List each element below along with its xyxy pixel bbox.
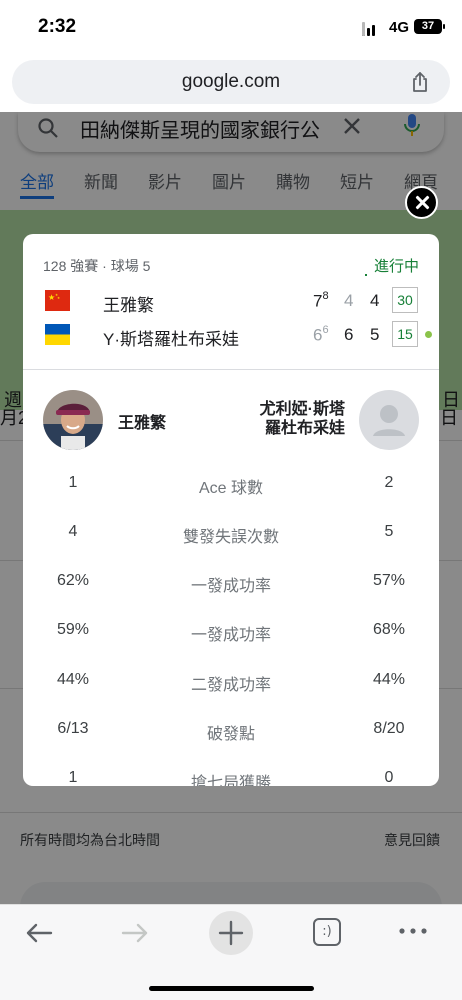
- ukraine-flag-icon: [45, 324, 70, 345]
- network-type: 4G: [389, 19, 410, 36]
- avatar-placeholder: [359, 390, 419, 450]
- stat-right-value: 0: [384, 769, 394, 786]
- person-icon: [373, 405, 405, 436]
- stat-label: 破發點: [206, 726, 255, 743]
- game-score: 30: [392, 287, 418, 313]
- live-status: 進行中: [373, 258, 419, 275]
- player-name: Y·斯塔羅杜布采娃: [103, 330, 239, 349]
- stat-left-value: 62%: [56, 572, 90, 589]
- stat-row: 62% 一發成功率 57%: [23, 572, 439, 596]
- stat-right-value: 5: [384, 523, 394, 540]
- forward-arrow-icon[interactable]: [120, 921, 150, 945]
- stat-left-value: 6/13: [57, 720, 89, 737]
- live-indicator: [365, 274, 367, 276]
- match-card: 128 強賽 · 球場 5 進行中 ★ ★ ★ 王雅繁 78 4 4 30 Y·…: [23, 234, 439, 786]
- status-time: 2:32: [38, 16, 77, 37]
- divider: [23, 369, 439, 370]
- browser-toolbar: :): [0, 904, 462, 1000]
- new-tab-button[interactable]: [209, 911, 253, 955]
- tab-switcher-icon[interactable]: :): [313, 918, 341, 946]
- stat-label: 雙發失誤次數: [182, 529, 279, 546]
- set-score: 4: [370, 291, 380, 310]
- stat-left-value: 1: [68, 474, 78, 491]
- plus-icon: [218, 920, 244, 946]
- player-row: ★ ★ ★ 王雅繁 78 4 4 30: [23, 287, 439, 317]
- stat-left-value: 1: [68, 769, 78, 786]
- stat-label: 二發成功率: [190, 677, 271, 694]
- home-indicator: [149, 986, 314, 991]
- player-name-left: 王雅繁: [118, 415, 167, 432]
- stat-left-value: 44%: [56, 671, 90, 688]
- stat-left-value: 59%: [56, 621, 90, 638]
- stat-label: 搶七局獲勝: [190, 775, 271, 786]
- stat-right-value: 68%: [372, 621, 406, 638]
- avatar: [43, 390, 103, 450]
- player-name-right: 尤利婭·斯塔 羅杜布采娃: [260, 400, 345, 438]
- stat-row: 59% 一發成功率 68%: [23, 621, 439, 645]
- player-name-line: 羅杜布采娃: [264, 420, 345, 437]
- stat-row: 1 搶七局獲勝 0: [23, 769, 439, 786]
- stat-right-value: 44%: [372, 671, 406, 688]
- more-menu-icon[interactable]: [398, 925, 428, 937]
- stat-right-value: 57%: [372, 572, 406, 589]
- player-name-line: 尤利婭·斯塔: [259, 401, 345, 418]
- scoreboard: 128 強賽 · 球場 5 進行中 ★ ★ ★ 王雅繁 78 4 4 30 Y·…: [23, 234, 439, 369]
- status-bar: 2:32 4G 37: [0, 0, 462, 56]
- address-bar[interactable]: google.com: [12, 60, 450, 104]
- tiebreak-score: 8: [322, 290, 329, 302]
- player-row: Y·斯塔羅杜布采娃 66 6 5 15: [23, 321, 439, 351]
- round-label: 128 強賽 · 球場 5: [43, 258, 151, 274]
- svg-text:★: ★: [57, 296, 60, 300]
- set-score: 66: [313, 324, 329, 346]
- stat-right-value: 2: [384, 474, 394, 491]
- signal-icon: [362, 22, 375, 36]
- stat-label: Ace 球數: [198, 480, 264, 497]
- set-score: 4: [344, 291, 354, 310]
- stat-row: 1 Ace 球數 2: [23, 474, 439, 498]
- stat-right-value: 8/20: [373, 720, 405, 737]
- serving-indicator: [425, 331, 432, 338]
- stat-left-value: 4: [68, 523, 78, 540]
- battery-icon: 37: [414, 19, 445, 34]
- player-name: 王雅繁: [103, 296, 154, 315]
- china-flag-icon: ★ ★ ★: [45, 290, 70, 311]
- stat-label: 一發成功率: [190, 627, 271, 644]
- set-score: 5: [370, 325, 380, 344]
- stat-row: 44% 二發成功率 44%: [23, 671, 439, 695]
- game-score: 15: [392, 321, 418, 347]
- stat-label: 一發成功率: [190, 578, 271, 595]
- back-arrow-icon[interactable]: [24, 921, 54, 945]
- stat-row: 4 雙發失誤次數 5: [23, 523, 439, 547]
- set-score: 78: [313, 290, 329, 312]
- tiebreak-score: 6: [322, 324, 329, 336]
- player-photo: [43, 390, 103, 450]
- close-button[interactable]: [405, 186, 438, 219]
- share-icon[interactable]: [408, 70, 432, 94]
- set-score: 6: [344, 325, 354, 344]
- stat-row: 6/13 破發點 8/20: [23, 720, 439, 744]
- url-text[interactable]: google.com: [12, 71, 450, 93]
